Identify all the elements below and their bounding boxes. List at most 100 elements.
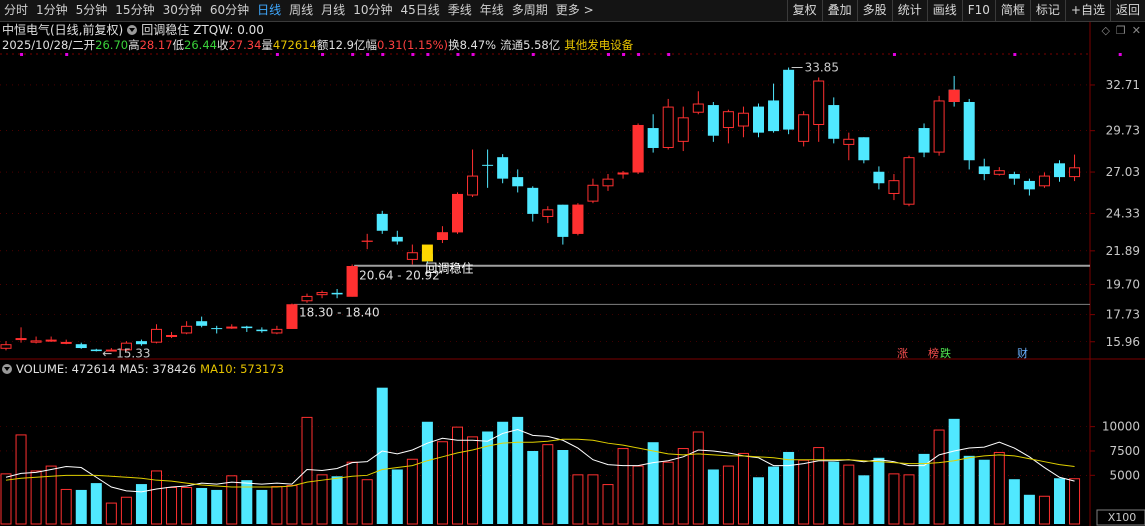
- signal-label: 回调稳住: [425, 260, 473, 275]
- candle-body: [587, 184, 599, 202]
- candle-body: [527, 187, 539, 214]
- candle-body: [75, 344, 87, 349]
- candle-body: [993, 170, 1005, 175]
- candle-body: [391, 236, 403, 242]
- candle-body: [813, 80, 825, 125]
- signal-dot: [411, 53, 415, 56]
- candle-body: [316, 292, 328, 296]
- volume-bar: [828, 461, 840, 524]
- finance-badge[interactable]: 财: [1016, 345, 1029, 361]
- volume-indicator: VOLUME: 472614: [16, 362, 116, 376]
- volume-bar: [647, 442, 659, 524]
- signal-dot: [275, 53, 279, 56]
- volume-bar: [60, 488, 72, 525]
- ma10-indicator: MA10: 573173: [200, 362, 284, 376]
- candle-body: [647, 128, 659, 148]
- candle-body: [707, 105, 719, 136]
- signal-dot: [426, 53, 430, 56]
- volume-bar: [45, 465, 57, 525]
- candle-body: [90, 349, 102, 352]
- volume-bar: [0, 473, 12, 525]
- fall-badge[interactable]: 跌: [939, 345, 952, 361]
- volume-bar: [331, 476, 343, 524]
- candle-body: [918, 128, 930, 153]
- volume-bar: [436, 441, 448, 525]
- candle-body-filled: [632, 124, 644, 173]
- volume-bar: [858, 475, 870, 524]
- volume-bar: [1038, 495, 1050, 525]
- volume-bar: [978, 459, 990, 524]
- price-tick-label: 24.33: [1106, 206, 1140, 220]
- candle-body: [1069, 167, 1081, 178]
- candle-body: [331, 292, 343, 295]
- candle-body-filled: [361, 240, 373, 242]
- volume-bar: [737, 452, 749, 525]
- volume-bar: [376, 387, 388, 524]
- volume-bar: [572, 474, 584, 525]
- candle-body-filled: [436, 232, 448, 240]
- signal-dot: [351, 53, 355, 56]
- candle-body: [60, 341, 72, 344]
- candle-body: [135, 341, 147, 345]
- volume-bar: [421, 421, 433, 524]
- volume-bar: [903, 474, 915, 525]
- volume-bar: [1054, 478, 1065, 524]
- candle-body-filled: [452, 193, 463, 233]
- candle-body: [166, 335, 178, 338]
- volume-settings-icon[interactable]: [2, 364, 12, 374]
- volume-bar: [873, 457, 885, 524]
- candle-body: [1023, 180, 1035, 190]
- volume-bar: [316, 474, 328, 525]
- signal-dot: [20, 53, 24, 56]
- volume-bar: [15, 434, 27, 525]
- price-tick-label: 32.71: [1106, 78, 1140, 92]
- price-tick-label: 29.73: [1106, 124, 1140, 138]
- low-marker-label: ← 15.33: [102, 346, 150, 360]
- volume-bar: [120, 496, 132, 525]
- volume-bar: [993, 451, 1005, 525]
- volume-bar: [768, 466, 780, 524]
- candle-body: [226, 326, 238, 329]
- volume-bar: [452, 426, 463, 525]
- volume-bar: [181, 487, 193, 525]
- volume-header: VOLUME: 472614 MA5: 378426 MA10: 573173: [2, 362, 284, 376]
- signal-dot: [1013, 53, 1017, 56]
- volume-bar: [918, 453, 930, 524]
- volume-bar: [1023, 494, 1035, 524]
- rise-badge[interactable]: 涨: [896, 345, 909, 361]
- volume-bar: [677, 448, 689, 525]
- candle-body: [241, 326, 253, 329]
- signal-dot: [321, 53, 325, 56]
- signal-dot: [65, 53, 69, 56]
- volume-bar: [542, 444, 554, 525]
- volume-bar: [391, 469, 403, 524]
- volume-bar: [933, 429, 945, 525]
- signal-dot: [667, 53, 671, 56]
- candle-body: [406, 252, 418, 260]
- volume-bar: [361, 479, 373, 525]
- volume-bar: [692, 431, 704, 525]
- volume-bar: [497, 421, 509, 524]
- volume-bar: [75, 489, 87, 524]
- volume-tick-label: 7500: [1109, 444, 1140, 458]
- signal-dot: [607, 53, 610, 56]
- high-marker-label: 33.85: [805, 60, 839, 74]
- volume-bar: [632, 465, 644, 525]
- price-tick-label: 17.73: [1106, 308, 1140, 322]
- candle-body: [722, 111, 734, 129]
- candle-body: [1008, 174, 1020, 179]
- volume-bar: [135, 484, 147, 524]
- signal-dot: [366, 53, 370, 56]
- volume-bar: [798, 459, 810, 525]
- volume-tick-label: 5000: [1109, 468, 1140, 482]
- candle-body: [497, 157, 509, 179]
- candle-body: [602, 178, 614, 187]
- volume-unit-label: X100: [1108, 511, 1137, 524]
- kline-chart[interactable]: 32.71 29.73 27.03 24.33 21.89 19.70 17.73 15.96…: [0, 0, 1145, 526]
- candle-body: [0, 344, 12, 349]
- candle-body: [467, 175, 479, 196]
- ma5-indicator: MA5: 378426: [119, 362, 197, 376]
- candle-body: [196, 321, 208, 326]
- candle-body: [181, 325, 193, 334]
- volume-bar: [196, 487, 208, 524]
